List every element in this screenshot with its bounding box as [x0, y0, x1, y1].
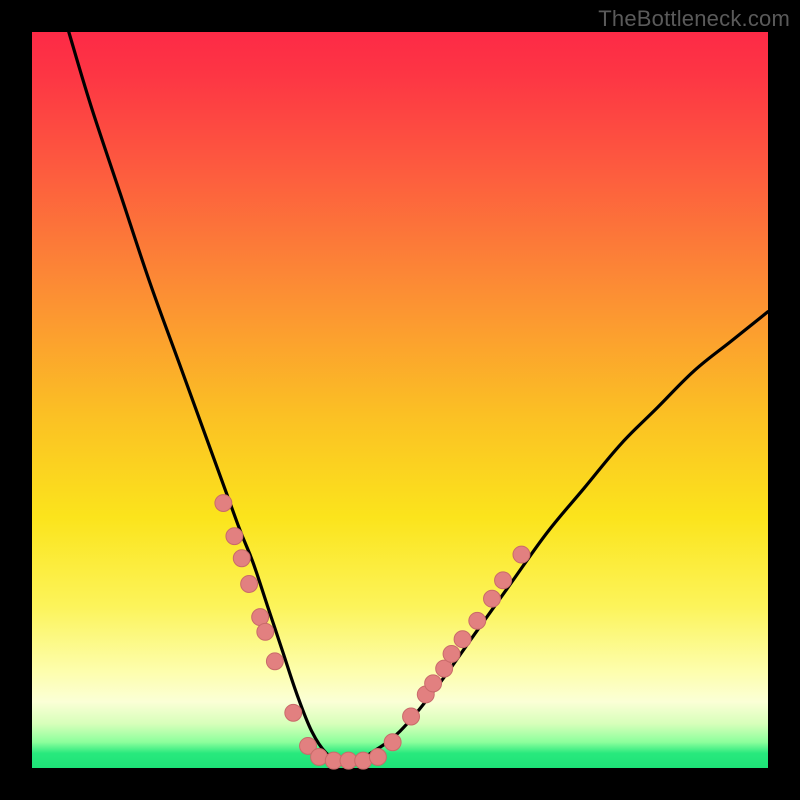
data-marker — [241, 576, 258, 593]
data-marker — [403, 708, 420, 725]
data-marker — [257, 623, 274, 640]
data-marker — [454, 631, 471, 648]
data-marker — [513, 546, 530, 563]
data-marker — [311, 749, 328, 766]
data-marker — [355, 752, 372, 769]
data-marker — [495, 572, 512, 589]
data-marker — [285, 704, 302, 721]
chart-overlay — [32, 32, 768, 768]
data-marker — [443, 645, 460, 662]
bottleneck-curve — [69, 32, 768, 762]
data-marker — [215, 495, 232, 512]
data-marker — [369, 749, 386, 766]
data-marker — [469, 612, 486, 629]
data-marker — [384, 734, 401, 751]
data-marker — [425, 675, 442, 692]
data-marker — [266, 653, 283, 670]
chart-stage: TheBottleneck.com — [0, 0, 800, 800]
watermark-text: TheBottleneck.com — [598, 6, 790, 32]
plot-area — [32, 32, 768, 768]
data-marker — [233, 550, 250, 567]
data-marker — [226, 528, 243, 545]
data-markers — [215, 495, 530, 770]
data-marker — [484, 590, 501, 607]
